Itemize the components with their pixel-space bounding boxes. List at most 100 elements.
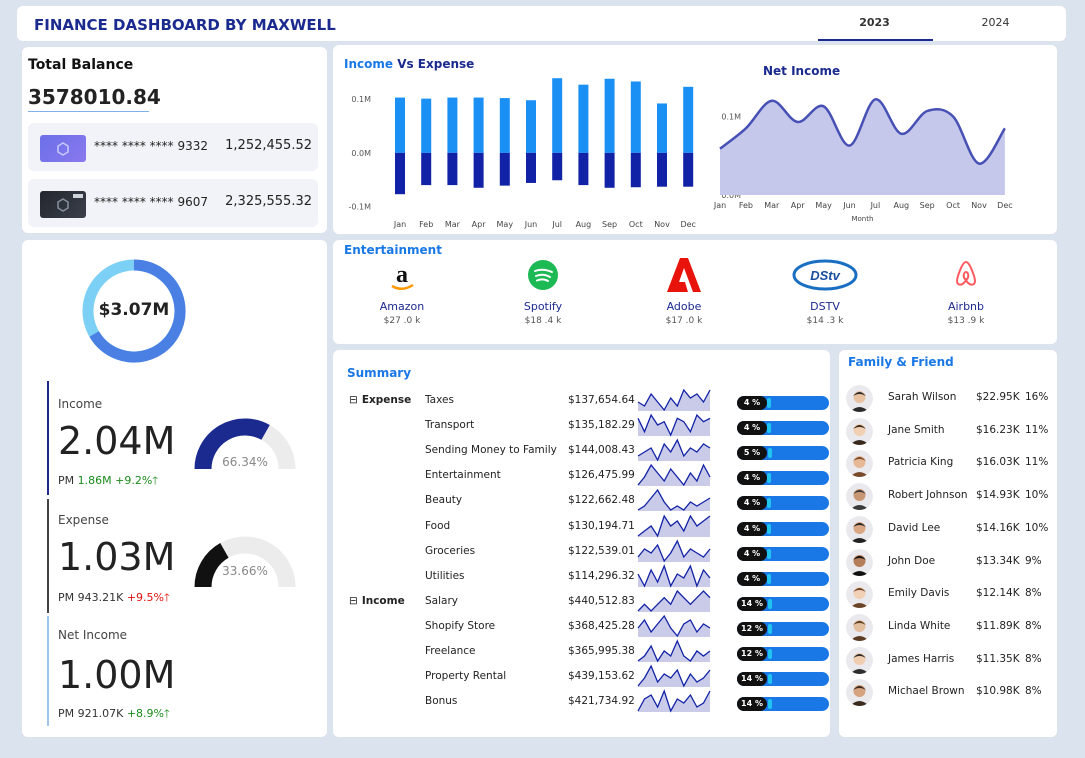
summary-category[interactable]: ⊟ Expense (349, 394, 411, 406)
income-bar (578, 84, 589, 153)
summary-row[interactable]: Transport $135,182.29 4 % (343, 413, 833, 444)
summary-row[interactable]: Utilities $114,296.32 4 % (343, 563, 833, 595)
entertainment-item-adobe[interactable]: Adobe $17 .0 k (634, 258, 734, 326)
kpi-label: Net Income (58, 628, 128, 642)
income-bar (421, 98, 432, 153)
summary-row[interactable]: Groceries $122,539.01 4 % (343, 539, 833, 570)
summary-panel: Summary ⊟ Expense Taxes $137,654.64 4 % Trans… (333, 350, 830, 737)
friend-row[interactable]: Emily Davis $12.14K 8% (839, 579, 1057, 611)
entertainment-value: $13 .9 k (947, 316, 985, 326)
summary-row[interactable]: ⊟ Income Salary $440,512.83 14 % (343, 589, 833, 620)
friend-row[interactable]: Sarah Wilson $22.95K 16% (839, 383, 1057, 415)
x-tick-label: Jun (842, 201, 856, 210)
friend-amount: $13.34K (976, 554, 1020, 567)
friend-percent: 11% (1025, 456, 1049, 469)
sparkline-area (638, 390, 710, 411)
friend-row[interactable]: Linda White $11.89K 8% (839, 612, 1057, 644)
total-balance-panel: Total Balance 3578010.84 **** **** **** … (22, 47, 327, 233)
friend-row[interactable]: James Harris $11.35K 8% (839, 645, 1057, 677)
sparkline-area (638, 515, 710, 537)
sparkline (637, 413, 711, 437)
entertainment-item-airbnb[interactable]: Airbnb $13 .9 k (916, 258, 1016, 326)
percent-label: 4 % (737, 546, 767, 561)
avatar (846, 646, 873, 674)
bank-card-row[interactable]: **** **** **** 9332 1,252,455.52 (28, 123, 318, 171)
expense-bar (604, 152, 615, 188)
income-bar (604, 78, 615, 153)
friend-percent: 8% (1025, 652, 1042, 665)
summary-row[interactable]: Freelance $365,995.38 12 % (343, 639, 833, 670)
tab-2024[interactable]: 2024 (938, 16, 1053, 29)
kpi-label: Expense (58, 513, 109, 527)
kpi-panel: $3.07M Income 2.04M PM 1.86M +9.2%🡑 66.3… (22, 240, 327, 737)
summary-row[interactable]: Food $130,194.71 4 % (343, 514, 833, 545)
friend-name: Emily Davis (888, 587, 950, 600)
tab-2023[interactable]: 2023 (817, 16, 932, 29)
donut-value: $3.07M (98, 300, 170, 320)
x-tick-label: Nov (654, 220, 670, 229)
summary-category[interactable]: ⊟ Income (349, 595, 405, 607)
avatar (846, 515, 873, 543)
percent-label: 4 % (737, 396, 767, 410)
friend-row[interactable]: John Doe $13.34K 9% (839, 547, 1057, 579)
x-tick-label: Jan (393, 220, 406, 229)
summary-row[interactable]: Beauty $122,662.48 4 % (343, 489, 833, 519)
x-tick-label: Jul (551, 220, 562, 229)
summary-row[interactable]: Entertainment $126,475.99 4 % (343, 463, 833, 494)
avatar (846, 679, 873, 707)
bank-card-row[interactable]: **** **** **** 9607 2,325,555.32 (28, 179, 318, 227)
friend-percent: 11% (1025, 423, 1049, 436)
avatar (846, 613, 873, 641)
x-tick-label: May (815, 201, 832, 210)
summary-item: Entertainment (425, 469, 501, 482)
summary-item: Food (425, 519, 451, 532)
summary-item: Bonus (425, 695, 458, 708)
percent-knob (768, 623, 773, 634)
friend-amount: $11.89K (976, 619, 1020, 632)
income-bar (395, 97, 405, 153)
entertainment-item-amazon[interactable]: a Amazon $27 .0 k (352, 258, 452, 326)
entertainment-title: Entertainment (344, 243, 442, 257)
summary-amount: $122,662.48 (568, 494, 635, 507)
x-tick-label: Jan (713, 201, 726, 210)
entertainment-item-spotify[interactable]: Spotify $18 .4 k (493, 258, 593, 326)
friend-row[interactable]: Robert Johnson $14.93K 10% (839, 481, 1057, 513)
summary-item: Transport (425, 419, 475, 432)
summary-row[interactable]: Property Rental $439,153.62 14 % (343, 664, 833, 695)
entertainment-name: Adobe (666, 300, 702, 313)
percent-pill: 4 % (737, 496, 829, 511)
friend-row[interactable]: Patricia King $16.03K 11% (839, 448, 1057, 480)
avatar (846, 548, 873, 576)
sparkline (637, 514, 711, 537)
friend-row[interactable]: David Lee $14.16K 10% (839, 514, 1057, 546)
percent-pill: 4 % (737, 471, 829, 486)
summary-row[interactable]: Shopify Store $368,425.28 12 % (343, 614, 833, 645)
summary-row[interactable]: ⊟ Expense Taxes $137,654.64 4 % (343, 388, 833, 419)
percent-label: 4 % (737, 496, 767, 511)
entertainment-name: Airbnb (947, 300, 985, 313)
total-balance-value: 3578010.84 (28, 85, 161, 109)
gauge-percent: 66.34% (222, 455, 268, 469)
friend-percent: 10% (1025, 521, 1049, 534)
avatar (846, 385, 873, 412)
income-bar (473, 97, 484, 153)
friend-amount: $11.35K (976, 652, 1020, 665)
friend-name: Linda White (888, 619, 951, 632)
entertainment-item-dstv[interactable]: DStv DSTV $14 .3 k (775, 258, 875, 326)
friend-row[interactable]: Michael Brown $10.98K 8% (839, 677, 1057, 709)
x-tick-label: Mar (445, 220, 461, 229)
expense-bar (578, 152, 589, 186)
y-tick-label: 0.1M (721, 113, 741, 122)
collapse-icon[interactable]: ⊟ (349, 595, 358, 607)
summary-row[interactable]: Sending Money to Family $144,008.43 5 % (343, 438, 833, 469)
friend-percent: 8% (1025, 619, 1042, 632)
sparkline (637, 689, 711, 713)
friend-row[interactable]: Jane Smith $16.23K 11% (839, 416, 1057, 448)
kpi-value: 1.00M (58, 653, 176, 697)
x-tick-label: Jun (524, 220, 538, 229)
total-balance-title: Total Balance (28, 57, 134, 73)
family-list: Sarah Wilson $22.95K 16% Jane Smith $16.23K 1… (839, 383, 1057, 718)
summary-row[interactable]: Bonus $421,734.92 14 % (343, 689, 833, 720)
collapse-icon[interactable]: ⊟ (349, 394, 358, 406)
airbnb-icon (955, 260, 977, 286)
